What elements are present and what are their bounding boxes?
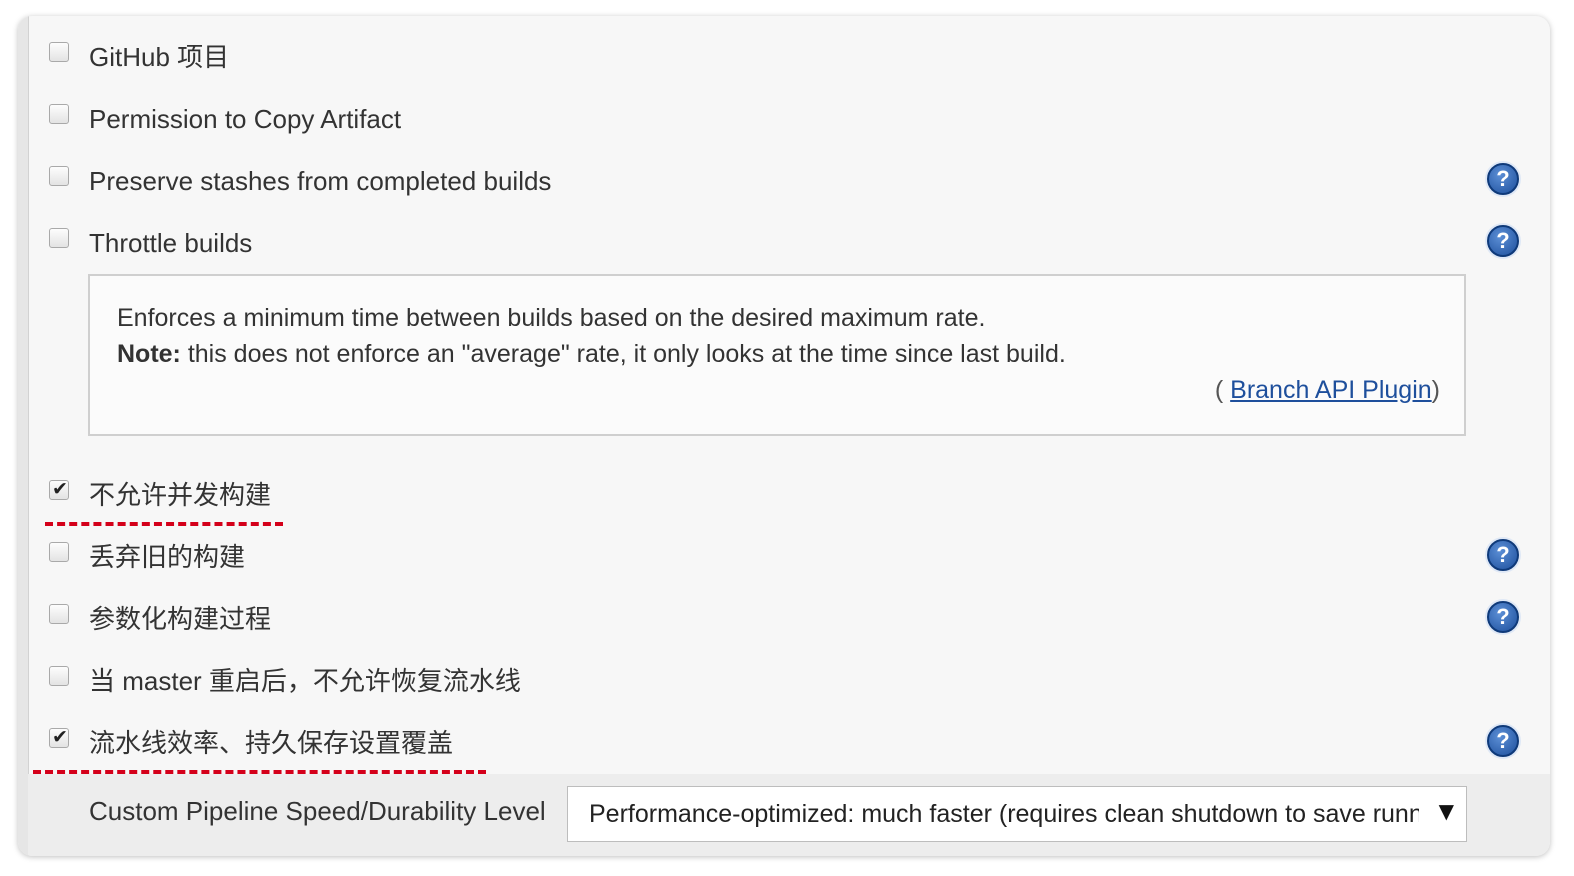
option-label: 流水线效率、持久保存设置覆盖 <box>89 728 454 758</box>
option-label: 参数化构建过程 <box>89 604 272 634</box>
help-icon[interactable]: ? <box>1487 225 1519 257</box>
branch-api-plugin-link[interactable]: Branch API Plugin <box>1230 376 1432 404</box>
option-label: 当 master 重启后，不允许恢复流水线 <box>89 666 521 696</box>
option-label: 丢弃旧的构建 <box>89 542 246 572</box>
option-label: Preserve stashes from completed builds <box>89 166 552 196</box>
permission-copy-artifact-checkbox[interactable] <box>49 104 69 124</box>
disable-concurrent-builds-checkbox[interactable] <box>49 478 69 500</box>
option-label: Permission to Copy Artifact <box>89 104 402 134</box>
help-icon[interactable]: ? <box>1487 601 1519 633</box>
help-icon[interactable]: ? <box>1487 163 1519 195</box>
red-dashed-underline <box>33 770 486 774</box>
disable-resume-checkbox[interactable] <box>49 666 69 686</box>
durability-level-label: Custom Pipeline Speed/Durability Level <box>89 796 546 826</box>
source-paren-open: ( <box>1214 376 1231 404</box>
note-label: Note: <box>117 340 181 368</box>
option-label: 不允许并发构建 <box>89 480 272 510</box>
note-text: this does not enforce an "average" rate,… <box>180 340 1066 368</box>
parameterized-build-checkbox[interactable] <box>49 604 69 624</box>
help-source: ( Branch API Plugin) <box>1215 376 1440 405</box>
durability-level-select[interactable]: Performance-optimized: much faster (requ… <box>567 786 1467 842</box>
chevron-down-icon[interactable]: ▼ <box>1439 799 1454 823</box>
preserve-stashes-checkbox[interactable] <box>49 166 69 186</box>
help-icon[interactable]: ? <box>1487 539 1519 571</box>
build-options-panel: GitHub 项目 Permission to Copy Artifact Pr… <box>18 16 1550 856</box>
github-project-checkbox[interactable] <box>49 42 69 62</box>
help-icon[interactable]: ? <box>1487 725 1519 757</box>
throttle-help-box: Enforces a minimum time between builds b… <box>88 274 1466 436</box>
durability-override-checkbox[interactable] <box>49 726 69 748</box>
throttle-builds-checkbox[interactable] <box>49 228 69 248</box>
help-text-line: Enforces a minimum time between builds b… <box>117 304 986 332</box>
durability-selected-value: Performance-optimized: much faster (requ… <box>589 800 1419 828</box>
option-label: Throttle builds <box>89 228 253 258</box>
option-label: GitHub 项目 <box>89 42 230 72</box>
discard-old-builds-checkbox[interactable] <box>49 542 69 562</box>
red-dashed-underline <box>45 522 283 526</box>
source-paren-close: ) <box>1431 376 1440 404</box>
help-note-line: Note: this does not enforce an "average"… <box>117 340 1066 369</box>
